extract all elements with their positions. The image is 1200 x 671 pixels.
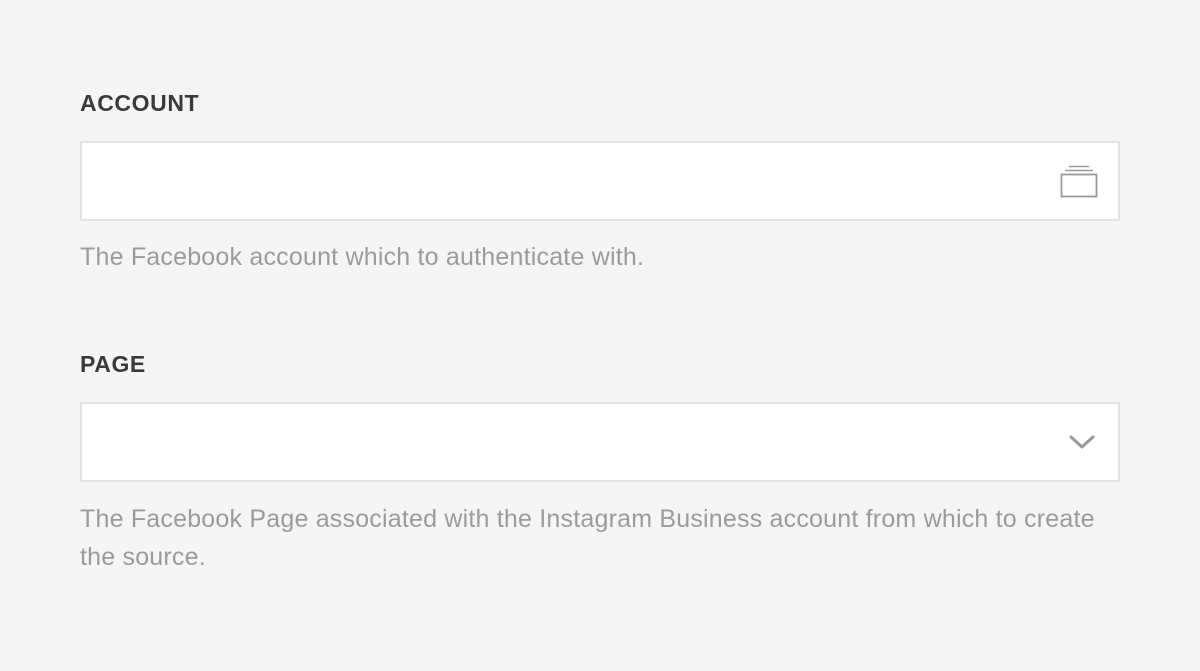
account-label: ACCOUNT xyxy=(80,90,200,116)
account-help-text: The Facebook account which to authentica… xyxy=(80,243,645,271)
page-help-text: The Facebook Page associated with the In… xyxy=(80,505,1095,571)
page-select[interactable] xyxy=(80,402,1120,482)
picker-icon[interactable] xyxy=(1060,165,1098,199)
account-picker-field[interactable] xyxy=(80,141,1120,221)
account-field-group: ACCOUNT The Facebook account which to au… xyxy=(80,88,1120,276)
page-label: PAGE xyxy=(80,351,146,377)
chevron-down-icon[interactable] xyxy=(1068,431,1096,453)
page-field-group: PAGE The Facebook Page associated with t… xyxy=(80,349,1120,576)
